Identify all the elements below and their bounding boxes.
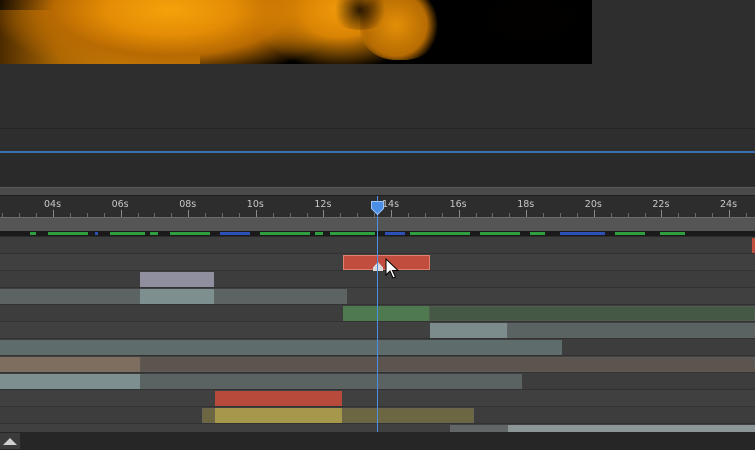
ruler-tick-label: 24s [720,199,738,210]
mouse-pointer-icon [385,258,399,279]
ruler-major-tick [661,210,663,217]
ruler-tick-label: 10s [246,199,264,210]
panel-resize-handle[interactable] [0,187,755,196]
expand-panel-icon[interactable] [0,433,20,449]
layer-duration-bar[interactable] [140,357,755,372]
cache-segment [330,232,375,235]
layer-duration-bar[interactable] [214,289,347,304]
cache-segment [110,232,145,235]
ruler-tick-label: 22s [652,199,670,210]
cache-segment [48,232,88,235]
preview-frame[interactable] [0,0,592,64]
cache-segment [260,232,310,235]
cache-segment [220,232,250,235]
ruler-major-tick [729,210,730,217]
layer-duration-bar[interactable] [140,374,522,389]
layer-duration-bar[interactable] [202,408,215,423]
timeline-status-bar [0,432,755,450]
cache-segment [170,232,210,235]
ruler-major-tick [526,210,528,217]
layer-duration-bar[interactable] [215,391,342,406]
ruler-major-tick [120,210,122,217]
layer-duration-bar[interactable] [430,323,507,338]
layer-duration-bar[interactable] [343,306,429,321]
ruler-major-tick [593,210,595,217]
layer-duration-bar[interactable] [140,289,214,304]
ruler-tick-label: 14s [382,199,400,210]
timeline-header [0,153,755,188]
ruler-major-tick [323,210,325,217]
cache-segment [560,232,605,235]
ruler-tick-label: 08s [179,199,197,210]
cache-segment [385,232,405,235]
layer-duration-bar[interactable] [0,374,140,389]
layer-duration-bar[interactable] [215,408,342,423]
ruler-tick-label: 04s [44,199,62,210]
ruler-tick-label: 20s [584,199,602,210]
layer-duration-bar[interactable] [0,289,140,304]
layer-duration-bar[interactable] [507,323,755,338]
cache-segment [30,232,36,235]
ruler-tick-label: 12s [314,199,332,210]
ruler-major-tick [391,210,392,217]
cache-segment [315,232,323,235]
ruler-tick-label: 16s [449,199,467,210]
layer-duration-bar[interactable] [342,408,474,423]
cache-segment [660,232,685,235]
ruler-major-tick [53,210,54,217]
playhead-line [377,196,378,436]
panel-toolbar [0,128,755,151]
layer-duration-bar[interactable] [0,357,140,372]
viewer-background [592,0,755,64]
playhead-handle-icon[interactable] [371,201,384,215]
cache-segment [480,232,520,235]
cache-segment [410,232,470,235]
layer-duration-bar[interactable] [140,272,214,287]
cache-segment [615,232,645,235]
layer-duration-bar[interactable] [0,340,562,355]
ruler-major-tick [255,210,257,217]
ruler-major-tick [188,210,190,217]
cache-segment [95,232,98,235]
empty-panel [0,64,755,128]
cache-segment [530,232,545,235]
cache-segment [150,232,158,235]
ruler-tick-label: 06s [111,199,129,210]
layer-duration-bar[interactable] [429,306,755,321]
ruler-tick-label: 18s [517,199,535,210]
ruler-major-tick [458,210,460,217]
